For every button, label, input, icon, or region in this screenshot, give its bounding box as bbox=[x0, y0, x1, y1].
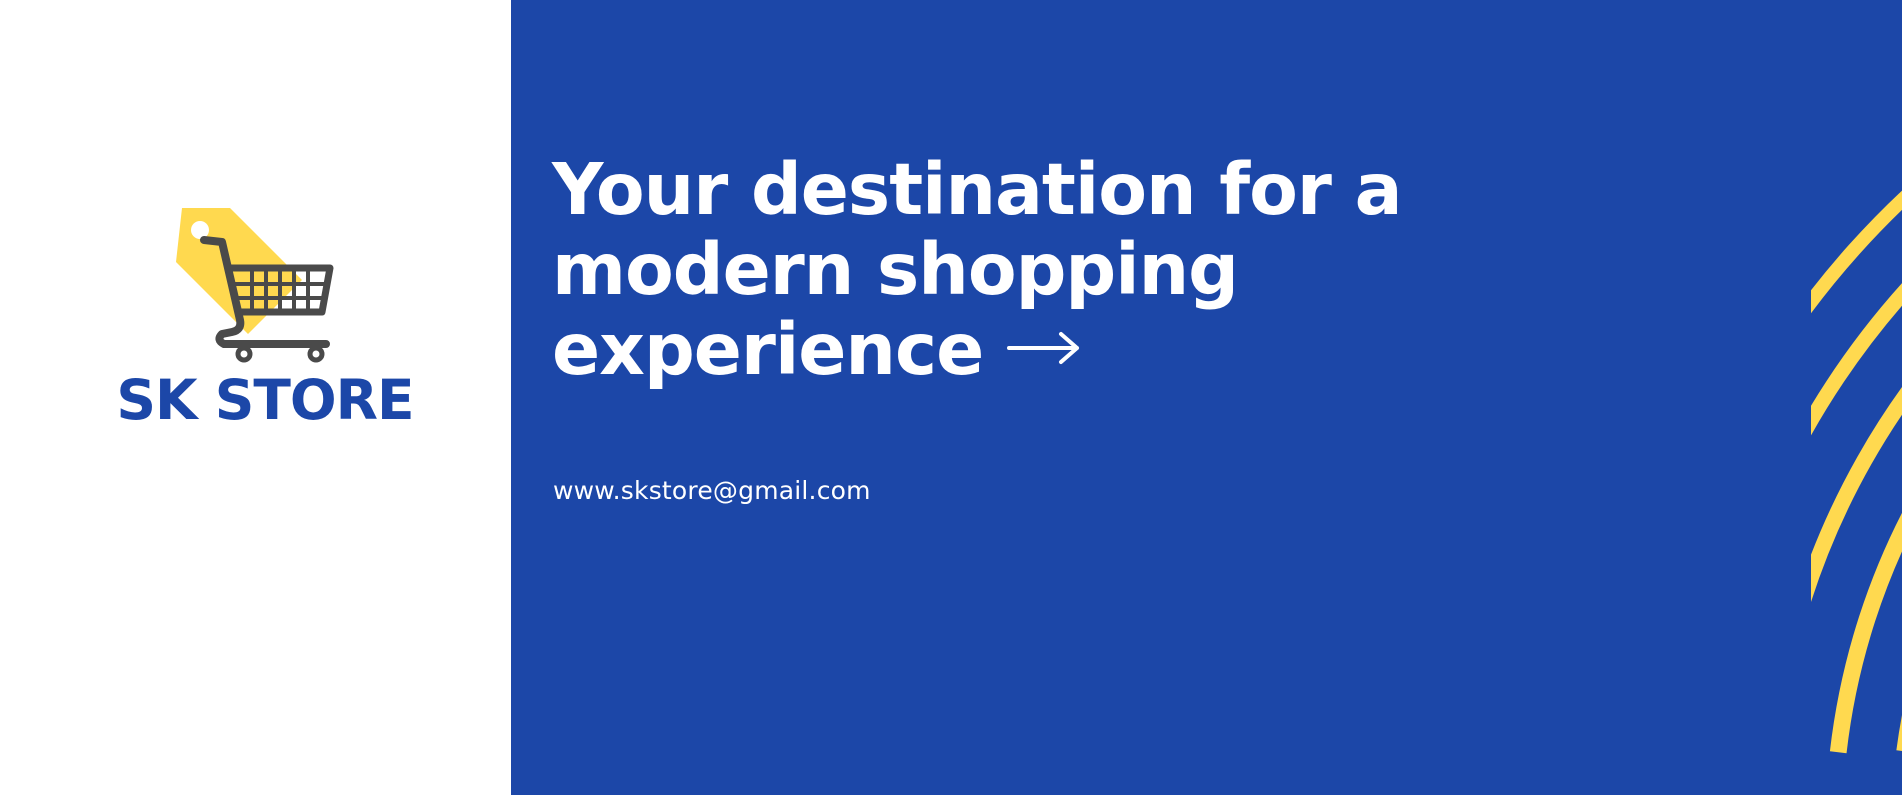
decorative-swirl-stripes bbox=[1811, 190, 1902, 754]
headline-line-1: Your destination for a bbox=[552, 148, 1403, 231]
shopping-cart-tag-icon bbox=[176, 208, 334, 363]
brand-name: SK STORE bbox=[116, 368, 414, 432]
brand-panel: SK STORE bbox=[0, 0, 511, 795]
contact-email: www.skstore@gmail.com bbox=[553, 476, 871, 505]
hero-headline: Your destination for a modern shopping e… bbox=[552, 150, 1432, 390]
headline-line-3-wrap: experience bbox=[552, 310, 1432, 390]
right-arrow-icon bbox=[1007, 332, 1080, 365]
headline-line-2: modern shopping bbox=[552, 228, 1239, 311]
hero-banner bbox=[511, 0, 1902, 795]
headline-line-3: experience bbox=[552, 308, 984, 391]
